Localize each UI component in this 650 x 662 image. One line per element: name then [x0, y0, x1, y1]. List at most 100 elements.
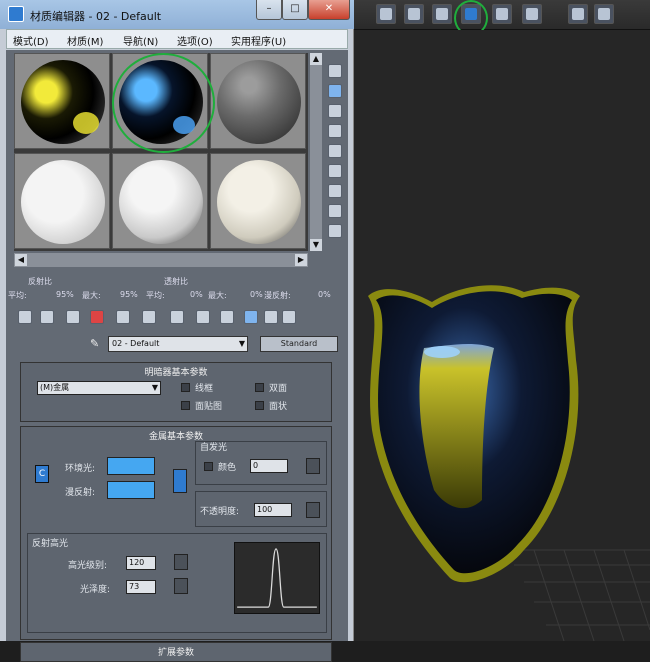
main-toolbar [354, 0, 650, 36]
slots-vertical-scrollbar[interactable]: ▲ ▼ [310, 53, 322, 251]
shader-panel-title[interactable]: 明暗器基本参数 [21, 365, 331, 378]
window-title: 材质编辑器 - 02 - Default [30, 10, 162, 23]
sample-slot-ivory[interactable] [210, 153, 306, 249]
scene-icon[interactable] [522, 4, 542, 24]
highlight-curve-graph [234, 542, 320, 614]
minimize-button[interactable]: – [256, 0, 282, 20]
specular-level-label: 高光级别: [68, 561, 108, 571]
glossiness-spinner[interactable]: 73 [126, 580, 156, 594]
eyedropper-icon[interactable]: ✎ [90, 337, 104, 351]
menu-bar: 模式(D) 材质(M) 导航(N) 选项(O) 实用程序(U) [6, 29, 348, 49]
put-to-scene-icon[interactable] [40, 310, 54, 324]
editor-content: ▲ ▼ ◀ ▶ 反射比 透射比 平均: 95% 最大: 95% 平均: 0% 最… [6, 50, 348, 662]
go-to-parent-icon[interactable] [264, 310, 278, 324]
shade-icon[interactable] [404, 4, 424, 24]
scroll-down-icon[interactable]: ▼ [310, 239, 322, 251]
reset-map-icon[interactable] [90, 310, 104, 324]
teapot-icon[interactable] [492, 4, 512, 24]
opacity-label: 不透明度: [200, 507, 240, 517]
sample-type-icon[interactable] [328, 64, 342, 78]
reflect-max-label: 最大: [82, 291, 101, 300]
close-button[interactable]: ✕ [308, 0, 350, 20]
backlight-icon[interactable] [328, 84, 342, 98]
options-icon[interactable] [328, 184, 342, 198]
material-name-select[interactable]: 02 - Default ▼ [108, 336, 248, 352]
title-bar[interactable]: 材质编辑器 - 02 - Default – □ ✕ [0, 0, 354, 29]
material-name-value: 02 - Default [112, 339, 160, 348]
wire-checkbox[interactable] [181, 383, 190, 392]
diffuse-color-swatch[interactable] [107, 481, 155, 499]
menu-material[interactable]: 材质(M) [67, 33, 103, 48]
self-illum-group: 自发光 颜色 0 [195, 441, 327, 485]
sample-slot-yellow[interactable] [14, 53, 110, 149]
refract-max-value: 0% [250, 290, 263, 299]
uv-tiling-icon[interactable] [328, 124, 342, 138]
maximize-button[interactable]: □ [282, 0, 308, 20]
menu-options[interactable]: 选项(O) [177, 33, 213, 48]
make-preview-icon[interactable] [328, 164, 342, 178]
menu-navigation[interactable]: 导航(N) [123, 33, 158, 48]
vase-model [368, 285, 580, 583]
sample-slot-white-glossy[interactable] [14, 153, 110, 249]
specular-level-spinner[interactable]: 120 [126, 556, 156, 570]
faceted-label: 面状 [269, 402, 288, 412]
scroll-up-icon[interactable]: ▲ [310, 53, 322, 65]
diffuse-label-field: 漫反射: [65, 488, 96, 498]
shader-chevron-icon: ▼ [151, 383, 158, 392]
glossiness-label: 光泽度: [80, 585, 111, 595]
go-sibling-icon[interactable] [282, 310, 296, 324]
glossiness-map-button[interactable] [174, 578, 188, 594]
faceted-checkbox[interactable] [255, 401, 264, 410]
video-check-icon[interactable] [328, 144, 342, 158]
viewport-3d[interactable] [354, 30, 650, 641]
copy-material-icon[interactable] [116, 310, 130, 324]
put-to-library-icon[interactable] [170, 310, 184, 324]
material-name-row: ✎ 02 - Default ▼ Standard [90, 336, 340, 354]
shader-select[interactable]: (M)金属 ▼ [37, 381, 161, 395]
side-toolbar [326, 58, 344, 278]
color-checkbox[interactable] [204, 462, 213, 471]
show-shaded-icon[interactable] [220, 310, 234, 324]
render-icon[interactable] [432, 4, 452, 24]
reflect-avg-value: 95% [56, 290, 74, 299]
sample-slot-gray[interactable] [210, 53, 306, 149]
self-illum-label: 自发光 [200, 443, 228, 453]
frame-icon[interactable] [594, 4, 614, 24]
shader-basic-panel: 明暗器基本参数 (M)金属 ▼ 线框 双面 面贴图 面状 [20, 362, 332, 422]
get-material-icon[interactable] [18, 310, 32, 324]
material-type-button[interactable]: Standard [260, 336, 338, 352]
self-illum-map-button[interactable] [306, 458, 320, 474]
sample-slot-white-matte[interactable] [112, 153, 208, 249]
material-map-navigator-icon[interactable] [328, 224, 342, 238]
lock-ambient-diffuse-button[interactable]: C [35, 465, 49, 483]
grid-floor [504, 549, 650, 641]
opacity-map-button[interactable] [306, 502, 320, 518]
material-id-icon[interactable] [196, 310, 210, 324]
two-sided-checkbox[interactable] [255, 383, 264, 392]
make-unique-icon[interactable] [142, 310, 156, 324]
show-end-result-icon[interactable] [244, 310, 258, 324]
reflect-avg-label: 平均: [8, 291, 27, 300]
opacity-spinner[interactable]: 100 [254, 503, 292, 517]
specular-level-map-button[interactable] [174, 554, 188, 570]
self-illum-spinner[interactable]: 0 [250, 459, 288, 473]
background-icon[interactable] [328, 104, 342, 118]
wire-label: 线框 [195, 384, 214, 394]
view-icon[interactable] [376, 4, 396, 24]
face-map-checkbox[interactable] [181, 401, 190, 410]
scroll-left-icon[interactable]: ◀ [15, 254, 27, 266]
reflect-max-value: 95% [120, 290, 138, 299]
slots-horizontal-scrollbar[interactable]: ◀ ▶ [14, 253, 308, 267]
menu-utilities[interactable]: 实用程序(U) [231, 33, 286, 48]
menu-mode[interactable]: 模式(D) [13, 33, 49, 48]
ambient-color-swatch[interactable] [107, 457, 155, 475]
slot-highlight-circle [112, 53, 215, 153]
render-setup-icon[interactable] [568, 4, 588, 24]
diffuse-map-button[interactable] [173, 469, 187, 493]
viewport[interactable] [354, 0, 650, 641]
scroll-right-icon[interactable]: ▶ [295, 254, 307, 266]
chevron-down-icon: ▼ [238, 339, 245, 348]
extended-params-title[interactable]: 扩展参数 [21, 645, 331, 658]
assign-material-icon[interactable] [66, 310, 80, 324]
select-by-material-icon[interactable] [328, 204, 342, 218]
